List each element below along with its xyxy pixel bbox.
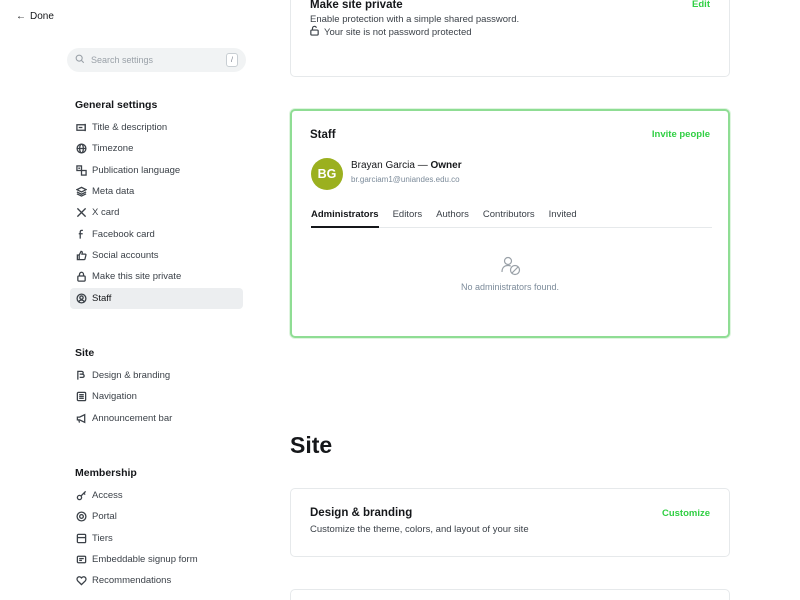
sidebar-item-label: Navigation xyxy=(92,391,137,402)
owner-separator: — xyxy=(417,160,428,171)
sidebar-item-navigation[interactable]: Navigation xyxy=(70,386,243,407)
staff-title: Staff xyxy=(310,129,336,141)
tiers-icon xyxy=(75,533,87,545)
megaphone-icon xyxy=(75,413,87,425)
private-status: Your site is not password protected xyxy=(309,25,472,39)
site-section-heading: Site xyxy=(290,432,333,458)
tab-editors[interactable]: Editors xyxy=(393,208,423,228)
customize-button[interactable]: Customize xyxy=(662,508,710,519)
staff-tabs: Administrators Editors Authors Contribut… xyxy=(311,208,712,228)
done-label: Done xyxy=(30,11,54,22)
design-branding-card: Design & branding Customize the theme, c… xyxy=(290,488,730,557)
sidebar-item-portal[interactable]: Portal xyxy=(70,506,243,527)
sidebar-item-embeddable-signup-form[interactable]: Embeddable signup form xyxy=(70,549,243,570)
unlock-icon xyxy=(309,25,320,39)
sidebar-item-make-private[interactable]: Make this site private xyxy=(70,266,243,287)
avatar: BG xyxy=(311,158,343,190)
sidebar-item-recommendations[interactable]: Recommendations xyxy=(70,570,243,591)
sidebar-item-social-accounts[interactable]: Social accounts xyxy=(70,245,243,266)
search-icon xyxy=(75,51,85,69)
staff-card: Staff Invite people BG Brayan Garcia — O… xyxy=(290,109,730,338)
owner-name[interactable]: Brayan Garcia — Owner xyxy=(351,160,462,171)
staff-icon xyxy=(75,293,87,305)
sidebar-item-label: Access xyxy=(92,490,123,501)
sidebar-item-facebook-card[interactable]: Facebook card xyxy=(70,224,243,245)
lock-icon xyxy=(75,271,87,283)
portal-icon xyxy=(75,511,87,523)
next-settings-card xyxy=(290,589,730,600)
thumbs-up-icon xyxy=(75,250,87,262)
tab-contributors[interactable]: Contributors xyxy=(483,208,535,228)
sidebar-item-label: Timezone xyxy=(92,143,134,154)
make-private-subtitle: Enable protection with a simple shared p… xyxy=(310,14,520,25)
sidebar-item-timezone[interactable]: Timezone xyxy=(70,138,243,159)
sidebar-item-label: Facebook card xyxy=(92,229,155,240)
sidebar-item-title-description[interactable]: Title & description xyxy=(70,117,243,138)
private-status-text: Your site is not password protected xyxy=(324,26,472,38)
arrow-left-icon: ← xyxy=(16,11,26,22)
edit-private-button[interactable]: Edit xyxy=(692,0,710,10)
design-branding-subtitle: Customize the theme, colors, and layout … xyxy=(310,524,529,535)
facebook-icon xyxy=(75,229,87,241)
make-private-card: Make site private Enable protection with… xyxy=(290,0,730,77)
sidebar-item-label: Meta data xyxy=(92,186,135,197)
tab-invited[interactable]: Invited xyxy=(549,208,577,228)
invite-people-button[interactable]: Invite people xyxy=(652,129,710,140)
no-users-icon xyxy=(500,255,522,277)
language-icon xyxy=(75,165,87,177)
x-logo-icon xyxy=(75,207,87,219)
embed-icon xyxy=(75,554,87,566)
sidebar-item-tiers[interactable]: Tiers xyxy=(70,528,243,549)
heart-icon xyxy=(75,575,87,587)
sidebar-item-label: Design & branding xyxy=(92,370,171,381)
owner-email: br.garciam1@uniandes.edu.co xyxy=(351,175,460,184)
general-settings-heading: General settings xyxy=(75,99,158,111)
sidebar-item-announcement-bar[interactable]: Announcement bar xyxy=(70,408,243,429)
sidebar-item-label: Recommendations xyxy=(92,575,172,586)
empty-state-text: No administrators found. xyxy=(460,282,560,292)
owner-role: Owner xyxy=(430,160,462,171)
search-shortcut-key: / xyxy=(226,53,238,67)
sidebar-item-label: Embeddable signup form xyxy=(92,554,198,565)
key-icon xyxy=(75,490,87,502)
make-private-title: Make site private xyxy=(310,0,403,11)
sidebar-item-label: Portal xyxy=(92,511,117,522)
owner-name-text: Brayan Garcia xyxy=(351,160,415,171)
sidebar-item-design-branding[interactable]: Design & branding xyxy=(70,365,243,386)
sidebar-item-label: Publication language xyxy=(92,165,181,176)
globe-icon xyxy=(75,143,87,155)
brush-icon xyxy=(75,370,87,382)
sidebar-item-staff[interactable]: Staff xyxy=(70,288,243,309)
sidebar-item-label: Make this site private xyxy=(92,271,182,282)
design-branding-title: Design & branding xyxy=(310,507,413,519)
sidebar-item-x-card[interactable]: X card xyxy=(70,202,243,223)
search-settings[interactable]: Search settings / xyxy=(67,48,246,72)
sidebar-item-publication-language[interactable]: Publication language xyxy=(70,160,243,181)
sidebar-item-label: Tiers xyxy=(92,533,113,544)
text-box-icon xyxy=(75,122,87,134)
site-heading: Site xyxy=(75,347,95,359)
sidebar-item-meta-data[interactable]: Meta data xyxy=(70,181,243,202)
layers-icon xyxy=(75,186,87,198)
membership-heading: Membership xyxy=(75,467,137,479)
sidebar-item-label: Staff xyxy=(92,293,112,304)
sidebar-item-label: X card xyxy=(92,207,120,218)
tab-administrators[interactable]: Administrators xyxy=(311,208,379,228)
sidebar-item-label: Announcement bar xyxy=(92,413,173,424)
search-input[interactable]: Search settings xyxy=(91,55,220,65)
sidebar-item-access[interactable]: Access xyxy=(70,485,243,506)
tab-authors[interactable]: Authors xyxy=(436,208,469,228)
done-button[interactable]: ← Done xyxy=(16,11,54,22)
sidebar-item-label: Social accounts xyxy=(92,250,159,261)
sidebar-item-label: Title & description xyxy=(92,122,168,133)
navigation-icon xyxy=(75,391,87,403)
